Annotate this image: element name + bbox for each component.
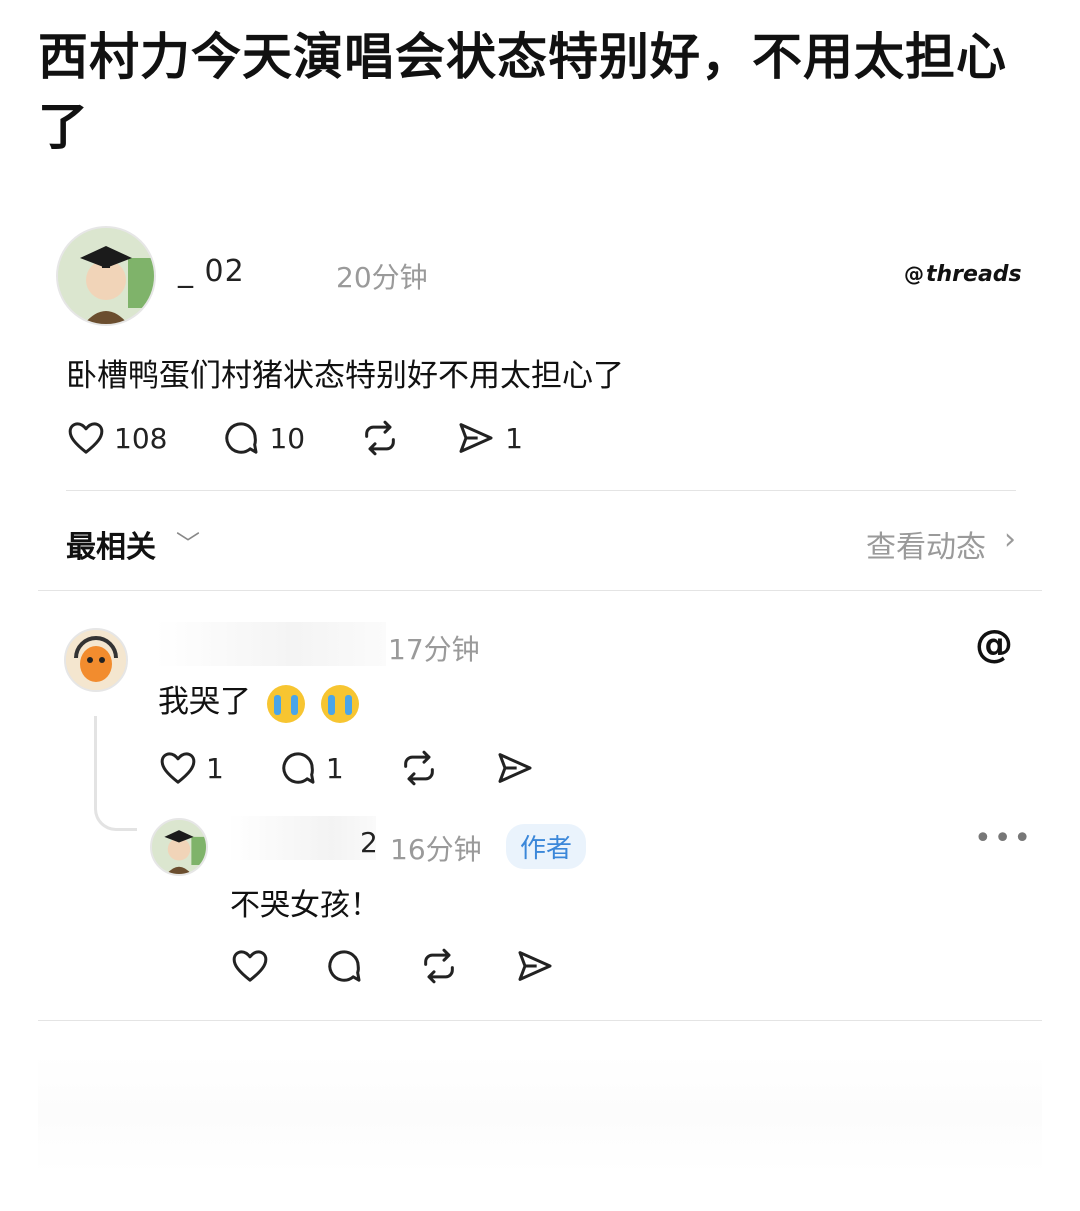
post-text: 卧槽鸭蛋们村猪状态特别好不用太担心了 [66, 358, 624, 394]
comment-button[interactable]: 1 [278, 748, 344, 788]
repost-icon [365, 420, 395, 456]
like-count: 1 [206, 751, 224, 785]
share-button[interactable] [514, 946, 556, 986]
chevron-down-icon[interactable]: ﹀ [176, 524, 200, 559]
comment-bubble-icon [282, 752, 315, 784]
comment-time: 17分钟 [388, 633, 480, 666]
threads-post-card: _ 02 20分钟 @threads 卧槽鸭蛋们村猪状态特别好不用太担心了 10… [38, 196, 1042, 1176]
heart-icon [160, 752, 196, 784]
threads-logo-icon: @ [904, 262, 924, 286]
author-badge: 作者 [506, 824, 587, 869]
post-username[interactable]: _ 02 [178, 254, 245, 289]
comment-actions: 1 1 [158, 748, 590, 788]
comment-text: 我哭了 [158, 676, 359, 723]
comment-text-label: 我哭了 [158, 684, 251, 720]
threads-brand: @threads [904, 262, 1022, 287]
sort-row: 最相关 ﹀ 查看动态 › [66, 522, 1016, 565]
reply-author-avatar[interactable] [150, 818, 208, 876]
reply-thread-line [94, 716, 137, 831]
crying-emoji-icon [320, 684, 359, 723]
more-dots-icon[interactable]: ••• [974, 824, 1033, 854]
like-button[interactable]: 108 [66, 418, 167, 458]
post-time: 20分钟 [336, 261, 428, 294]
crying-emoji-icon [266, 684, 305, 723]
comment-count: 10 [269, 421, 306, 455]
reply-username-blurred [228, 816, 376, 860]
commenter-avatar[interactable] [64, 628, 128, 692]
like-button[interactable] [230, 946, 270, 986]
repost-icon [403, 750, 434, 786]
post-actions: 108 10 1 [66, 418, 577, 458]
headline: 西村力今天演唱会状态特别好，不用太担心了 [38, 28, 1007, 156]
heart-icon [232, 950, 268, 982]
send-icon [498, 753, 532, 783]
divider [38, 590, 1042, 591]
share-count: 1 [505, 421, 523, 455]
like-button[interactable]: 1 [158, 748, 224, 788]
repost-button[interactable] [398, 748, 440, 788]
reply-time: 16分钟 [390, 833, 482, 866]
threads-logo-icon: @ [975, 622, 1013, 666]
share-button[interactable] [494, 748, 536, 788]
reply-username[interactable]: 2 [360, 826, 378, 859]
threads-brand-label: threads [926, 262, 1022, 287]
view-activity-link[interactable]: 查看动态 [866, 522, 986, 566]
divider [66, 490, 1016, 491]
comment-button[interactable] [324, 946, 364, 986]
screenshot-page: 西村力今天演唱会状态特别好，不用太担心了 _ 02 20分钟 @threads … [0, 0, 1080, 1211]
repost-icon [424, 948, 454, 984]
comment-button[interactable]: 10 [221, 418, 305, 458]
send-icon [459, 423, 493, 453]
repost-button[interactable] [418, 946, 460, 986]
comment-count: 1 [325, 751, 344, 785]
heart-icon [68, 422, 104, 454]
divider [38, 1020, 1042, 1021]
sort-dropdown[interactable]: 最相关 [66, 522, 156, 566]
comment-bubble-icon [328, 950, 361, 982]
share-button[interactable]: 1 [455, 418, 523, 458]
repost-button[interactable] [359, 418, 401, 458]
post-author-avatar[interactable] [56, 226, 156, 326]
comment-bubble-icon [225, 422, 258, 454]
faded-next-comment [38, 1054, 1042, 1174]
send-icon [518, 951, 552, 981]
reply-actions [230, 946, 610, 986]
chevron-right-icon[interactable]: › [1004, 522, 1016, 557]
commenter-username-blurred [156, 622, 386, 666]
reply-text: 不哭女孩！ [230, 888, 380, 923]
like-count: 108 [114, 421, 168, 455]
